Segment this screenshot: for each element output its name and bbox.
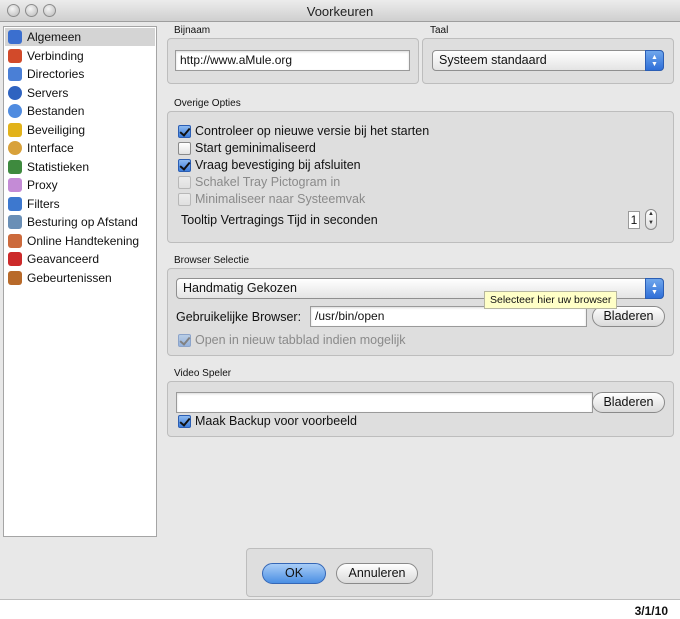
browser-tooltip: Selecteer hier uw browser bbox=[484, 291, 618, 309]
interface-icon bbox=[8, 141, 22, 155]
sidebar-item-label: Interface bbox=[27, 141, 74, 155]
sidebar-item-label: Online Handtekening bbox=[27, 233, 140, 248]
sidebar-item-label: Bestanden bbox=[27, 104, 85, 118]
sidebar-item-proxy[interactable]: Proxy bbox=[5, 176, 155, 194]
stepper-up-icon[interactable]: ▲ bbox=[646, 210, 656, 219]
sidebar-item-label: Algemeen bbox=[27, 30, 82, 44]
filters-icon bbox=[8, 196, 22, 211]
preferences-sidebar: Algemeen Verbinding Directories Servers … bbox=[3, 26, 157, 537]
other-options-label: Overige Opties bbox=[174, 98, 241, 109]
check-new-version-checkbox[interactable]: Controleer op nieuwe versie bij het star… bbox=[178, 123, 429, 139]
sidebar-item-directories[interactable]: Directories bbox=[5, 65, 155, 83]
checkbox-label: Minimaliseer naar Systeemvak bbox=[195, 192, 366, 206]
tray-icon-checkbox: Schakel Tray Pictogram in bbox=[178, 174, 340, 190]
events-icon bbox=[8, 270, 22, 285]
checkbox-label: Start geminimaliseerd bbox=[195, 141, 316, 155]
cancel-button[interactable]: Annuleren bbox=[336, 563, 418, 584]
stepper-down-icon[interactable]: ▼ bbox=[646, 219, 656, 228]
language-select[interactable]: Systeem standaard ▲ ▼ bbox=[432, 50, 664, 71]
checkbox-label: Vraag bevestiging bij afsluiten bbox=[195, 158, 361, 172]
ok-button[interactable]: OK bbox=[262, 563, 326, 584]
sidebar-item-label: Proxy bbox=[27, 178, 58, 192]
sidebar-item-label: Gebeurtenissen bbox=[27, 270, 112, 285]
sidebar-item-label: Geavanceerd bbox=[27, 252, 100, 266]
sidebar-item-verbinding[interactable]: Verbinding bbox=[5, 47, 155, 65]
sidebar-item-label: Statistieken bbox=[27, 159, 90, 174]
files-icon bbox=[8, 104, 22, 118]
updown-arrows-icon: ▲ ▼ bbox=[645, 50, 664, 71]
remote-control-icon bbox=[8, 215, 22, 229]
general-icon bbox=[8, 30, 22, 44]
sidebar-item-servers[interactable]: Servers bbox=[5, 84, 155, 102]
make-backup-checkbox[interactable]: Maak Backup voor voorbeeld bbox=[178, 413, 357, 429]
sidebar-item-bestanden[interactable]: Bestanden bbox=[5, 102, 155, 120]
nickname-label: Bijnaam bbox=[174, 25, 211, 36]
sidebar-item-gebeurtenissen[interactable]: Gebeurtenissen bbox=[5, 269, 155, 287]
checkbox-checked-icon bbox=[178, 158, 191, 172]
lock-icon bbox=[8, 122, 22, 137]
checkbox-unchecked-icon bbox=[178, 141, 191, 155]
browser-select-value: Handmatig Gekozen bbox=[183, 281, 297, 295]
sidebar-item-label: Directories bbox=[27, 67, 85, 81]
sidebar-item-label: Besturing op Afstand bbox=[27, 215, 138, 229]
checkbox-disabled-icon bbox=[178, 175, 191, 189]
preferences-window: Voorkeuren Algemeen Verbinding Directori… bbox=[0, 0, 680, 600]
custom-browser-label: Gebruikelijke Browser: bbox=[176, 310, 302, 324]
checkbox-label: Maak Backup voor voorbeeld bbox=[195, 414, 357, 428]
open-new-tab-checkbox: Open in nieuw tabblad indien mogelijk bbox=[178, 332, 406, 348]
minimize-to-tray-checkbox: Minimaliseer naar Systeemvak bbox=[178, 191, 365, 207]
sidebar-item-filters[interactable]: Filters bbox=[5, 195, 155, 213]
tooltip-delay-stepper[interactable]: ▲ ▼ bbox=[645, 209, 657, 230]
language-label: Taal bbox=[430, 25, 449, 36]
sidebar-item-beveiliging[interactable]: Beveiliging bbox=[5, 121, 155, 139]
servers-icon bbox=[8, 85, 22, 100]
sidebar-item-algemeen[interactable]: Algemeen bbox=[5, 28, 155, 46]
checkbox-checked-icon bbox=[178, 124, 191, 138]
custom-browser-input[interactable]: /usr/bin/open bbox=[310, 306, 587, 327]
sidebar-item-besturing-op-afstand[interactable]: Besturing op Afstand bbox=[5, 213, 155, 231]
sidebar-item-label: Verbinding bbox=[27, 48, 84, 63]
tooltip-delay-value[interactable]: 1 bbox=[628, 211, 640, 229]
directories-icon bbox=[8, 67, 22, 81]
sidebar-item-geavanceerd[interactable]: Geavanceerd bbox=[5, 250, 155, 268]
checkbox-checked-icon bbox=[178, 414, 191, 428]
language-select-value: Systeem standaard bbox=[439, 53, 547, 67]
proxy-icon bbox=[8, 178, 22, 192]
checkbox-label: Open in nieuw tabblad indien mogelijk bbox=[195, 333, 406, 347]
video-browse-button[interactable]: Bladeren bbox=[592, 392, 665, 413]
sidebar-item-label: Filters bbox=[27, 196, 60, 211]
browser-browse-button[interactable]: Bladeren bbox=[592, 306, 665, 327]
sidebar-item-label: Beveiliging bbox=[27, 122, 86, 137]
tooltip-delay-label: Tooltip Vertragings Tijd in seconden bbox=[181, 213, 378, 227]
checkbox-label: Schakel Tray Pictogram in bbox=[195, 175, 341, 189]
nickname-input[interactable]: http://www.aMule.org bbox=[175, 50, 410, 71]
video-player-input[interactable] bbox=[176, 392, 593, 413]
connection-icon bbox=[8, 48, 22, 63]
confirm-exit-checkbox[interactable]: Vraag bevestiging bij afsluiten bbox=[178, 157, 361, 173]
sidebar-item-statistieken[interactable]: Statistieken bbox=[5, 158, 155, 176]
sidebar-item-interface[interactable]: Interface bbox=[5, 139, 155, 157]
browser-selection-label: Browser Selectie bbox=[174, 255, 250, 266]
title-bar[interactable]: Voorkeuren bbox=[0, 0, 680, 22]
updown-arrows-icon: ▲ ▼ bbox=[645, 278, 664, 299]
checkbox-label: Controleer op nieuwe versie bij het star… bbox=[195, 124, 430, 138]
sidebar-item-label: Servers bbox=[27, 85, 69, 100]
statistics-icon bbox=[8, 159, 22, 174]
video-player-label: Video Speler bbox=[174, 368, 232, 379]
signature-icon bbox=[8, 233, 22, 248]
advanced-icon bbox=[8, 252, 22, 266]
date-caption: 3/1/10 bbox=[634, 604, 668, 618]
start-minimized-checkbox[interactable]: Start geminimaliseerd bbox=[178, 140, 316, 156]
sidebar-item-online-handtekening[interactable]: Online Handtekening bbox=[5, 232, 155, 250]
window-title: Voorkeuren bbox=[306, 4, 374, 19]
checkbox-disabled-icon bbox=[178, 192, 191, 206]
checkbox-disabled-checked-icon bbox=[178, 333, 191, 347]
